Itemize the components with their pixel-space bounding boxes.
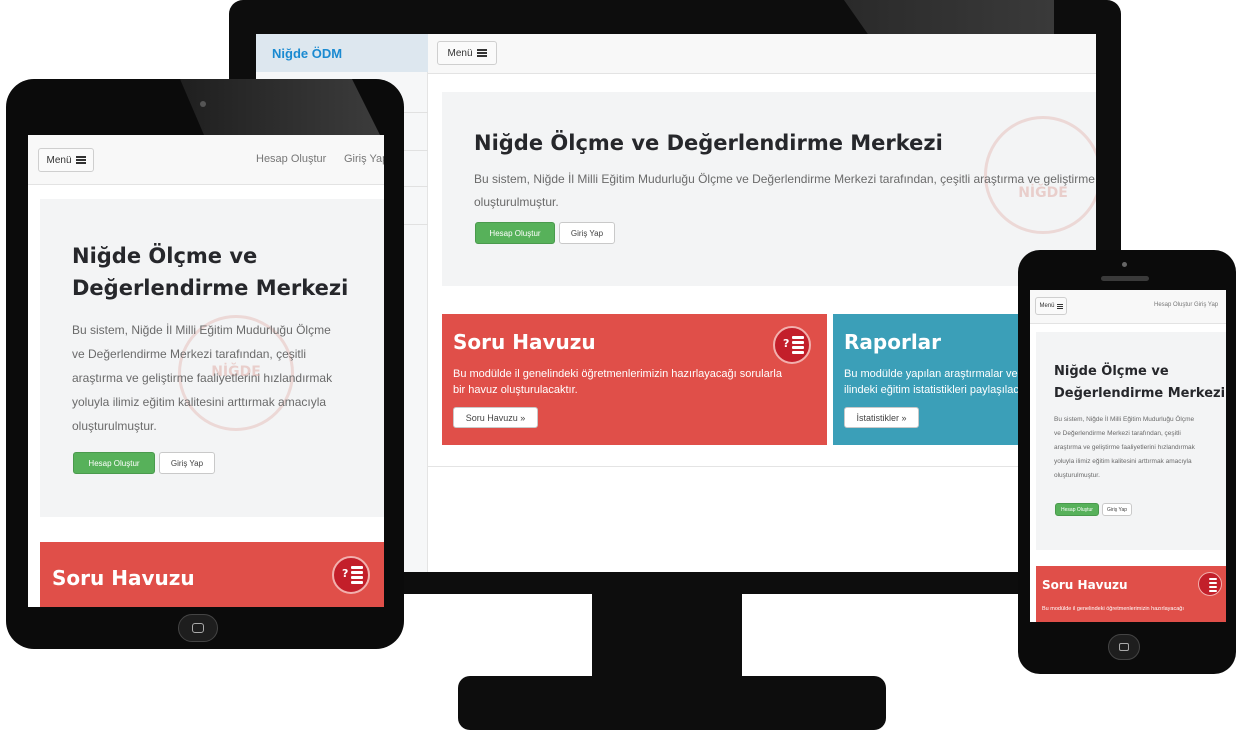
- hero-lead-line: oluşturulmuştur.: [72, 419, 157, 433]
- hero-lead-line2: oluşturulmuştur.: [474, 195, 559, 209]
- card-text: Bu modülde il genelindeki öğretmenlerimi…: [1042, 606, 1184, 612]
- card-text-line2: bir havuz oluşturulacaktır.: [453, 384, 578, 396]
- home-square-icon: [1119, 643, 1129, 651]
- hero-lead-line: ve Değerlendirme Merkezi tarafından, çeş…: [1054, 430, 1181, 437]
- hero-lead-line: araştırma ve geliştirme faaliyetlerini h…: [1054, 444, 1195, 451]
- menu-button-label: Menü: [46, 154, 72, 166]
- question-pool-card: Soru Havuzu ?: [40, 542, 384, 607]
- page-title-line2: Değerlendirme Merkezi: [72, 276, 349, 300]
- question-list-icon: [1198, 572, 1222, 596]
- sidebar-brand[interactable]: Niğde ÖDM: [272, 46, 342, 61]
- page-title-line2: Değerlendirme Merkezi: [1054, 386, 1226, 401]
- phone-screen: Menü Hesap Oluştur Giriş Yap Niğde Ölçme…: [1030, 290, 1226, 622]
- nav-login[interactable]: Giriş Yap: [344, 153, 384, 165]
- tablet-home-button: [178, 614, 218, 642]
- tablet-glare: [180, 79, 380, 135]
- menu-button[interactable]: Menü: [1035, 297, 1067, 315]
- question-list-icon: ?: [773, 326, 811, 364]
- menu-button[interactable]: Menü: [437, 41, 497, 65]
- list-icon: [476, 49, 487, 57]
- card-text-line1: Bu modülde il genelindeki öğretmenlerimi…: [453, 368, 782, 380]
- card-title: Soru Havuzu: [52, 566, 195, 590]
- phone-camera: [1122, 262, 1127, 267]
- page-title: Niğde Ölçme ve Değerlendirme Merkezi: [474, 131, 943, 155]
- hero-lead-line: yoluyla ilimiz eğitim kalitesini arttırm…: [72, 395, 327, 409]
- card-title: Soru Havuzu: [1042, 578, 1128, 592]
- hero-lead-line: oluşturulmuştur.: [1054, 472, 1100, 479]
- desktop-topnav: [428, 34, 1096, 74]
- seal-text: NİĞDE: [1018, 185, 1068, 201]
- nav-create-account[interactable]: Hesap Oluştur: [256, 153, 326, 165]
- nav-create-account[interactable]: Hesap Oluştur: [1154, 302, 1192, 308]
- hero-lead-line: yoluyla ilimiz eğitim kalitesini arttırm…: [1054, 458, 1192, 465]
- nav-login[interactable]: Giriş Yap: [1194, 302, 1218, 308]
- create-account-button[interactable]: Hesap Oluştur: [475, 222, 555, 244]
- monitor-stand-base: [458, 676, 886, 730]
- statistics-button[interactable]: İstatistikler »: [844, 407, 919, 428]
- question-list-icon: ?: [332, 556, 370, 594]
- menu-button-label: Menü: [1039, 303, 1055, 309]
- phone-speaker: [1101, 276, 1149, 281]
- page-title-line1: Niğde Ölçme ve: [72, 244, 258, 268]
- login-button[interactable]: Giriş Yap: [159, 452, 215, 474]
- login-button[interactable]: Giriş Yap: [559, 222, 615, 244]
- hero-lead-line1: Bu sistem, Niğde İl Milli Eğitim Mudurlu…: [474, 172, 1096, 186]
- content-divider: [428, 466, 1096, 467]
- home-square-icon: [192, 623, 204, 633]
- hero-lead-line: ve Değerlendirme Merkezi tarafından, çeş…: [72, 347, 307, 361]
- tablet-camera: [200, 101, 206, 107]
- hero-lead-line: araştırma ve geliştirme faaliyetlerini h…: [72, 371, 333, 385]
- card-text-line1: Bu modülde yapılan araştırmalar ve: [844, 368, 1018, 380]
- monitor-stand-neck: [592, 594, 742, 678]
- card-title: Soru Havuzu: [453, 330, 596, 354]
- create-account-button[interactable]: Hesap Oluştur: [73, 452, 155, 474]
- question-pool-card: Soru Havuzu ? Bu modülde il genelindeki …: [442, 314, 827, 445]
- hero-lead-line: Bu sistem, Niğde İl Milli Eğitim Mudurlu…: [72, 323, 331, 337]
- card-title: Raporlar: [844, 330, 942, 354]
- hero-lead-line: Bu sistem, Niğde İl Milli Eğitim Mudurlu…: [1054, 416, 1195, 423]
- create-account-button[interactable]: Hesap Oluştur: [1055, 503, 1099, 516]
- card-text-line2: ilindeki eğitim istatistikleri paylaşıla…: [844, 384, 1043, 396]
- menu-button-label: Menü: [447, 47, 473, 59]
- list-icon: [75, 156, 86, 164]
- question-pool-button[interactable]: Soru Havuzu »: [453, 407, 538, 428]
- monitor-glare: [844, 0, 1054, 36]
- tablet-screen: Menü Hesap Oluştur Giriş Yap NİĞDE Niğde…: [28, 135, 384, 607]
- login-button[interactable]: Giriş Yap: [1102, 503, 1132, 516]
- menu-button[interactable]: Menü: [38, 148, 94, 172]
- list-icon: [1056, 303, 1063, 309]
- phone-home-button: [1108, 634, 1140, 660]
- question-pool-card: Soru Havuzu Bu modülde il genelindeki öğ…: [1036, 566, 1226, 622]
- page-title-line1: Niğde Ölçme ve: [1054, 364, 1169, 379]
